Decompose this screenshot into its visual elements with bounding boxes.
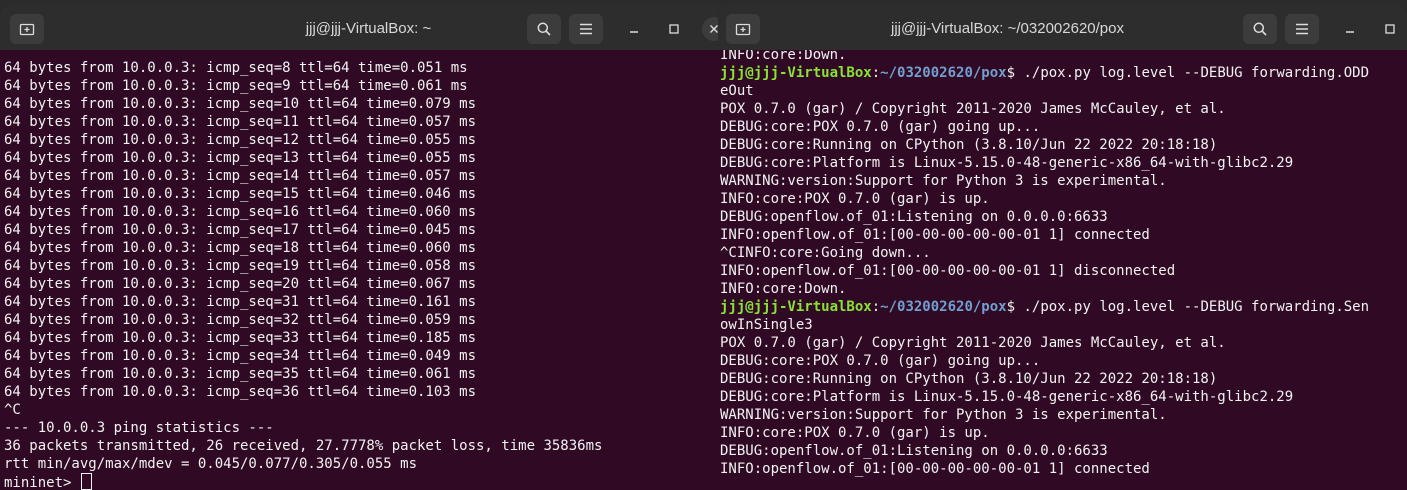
output-line: 64 bytes from 10.0.0.3: icmp_seq=20 ttl=… <box>4 276 477 292</box>
maximize-icon <box>669 24 679 34</box>
prompt-path: ~/032002620/pox <box>880 65 1007 81</box>
output-line: INFO:core:Down. <box>720 50 847 63</box>
output-line: INFO:openflow.of_01:[00-00-00-00-00-01 1… <box>720 461 1150 477</box>
new-tab-icon <box>735 21 751 37</box>
minimize-icon <box>629 24 639 34</box>
menu-button[interactable] <box>1285 14 1319 44</box>
output-line: 64 bytes from 10.0.0.3: icmp_seq=17 ttl=… <box>4 222 477 238</box>
minimize-button[interactable] <box>622 17 646 41</box>
new-tab-button[interactable] <box>726 14 760 44</box>
text-cursor <box>80 473 92 490</box>
prompt-dollar: $ <box>1006 299 1016 315</box>
output-line: 64 bytes from 10.0.0.3: icmp_seq=13 ttl=… <box>4 150 477 166</box>
output-line: 64 bytes from 10.0.0.3: icmp_seq=36 ttl=… <box>4 384 477 400</box>
command-line: jjj@jjj-VirtualBox:~/032002620/pox$ ./po… <box>720 64 1407 82</box>
output-line: 64 bytes from 10.0.0.3: icmp_seq=33 ttl=… <box>4 330 477 346</box>
output-line: DEBUG:openflow.of_01:Listening on 0.0.0.… <box>720 443 1108 459</box>
prompt-path: ~/032002620/pox <box>880 299 1007 315</box>
output-line: WARNING:version:Support for Python 3 is … <box>720 173 1167 189</box>
command-text: ./pox.py log.level --DEBUG forwarding.OD… <box>1015 65 1370 81</box>
output-line: 64 bytes from 10.0.0.3: icmp_seq=12 ttl=… <box>4 132 477 148</box>
output-line: DEBUG:openflow.of_01:Listening on 0.0.0.… <box>720 209 1108 225</box>
maximize-button[interactable] <box>1378 17 1402 41</box>
output-lines: INFO:core:Down. jjj@jjj-VirtualBox:~/032… <box>720 50 1407 478</box>
hamburger-menu-icon <box>579 23 593 35</box>
output-line: DEBUG:core:Platform is Linux-5.15.0-48-g… <box>720 389 1294 405</box>
hamburger-menu-icon <box>1295 23 1309 35</box>
output-line: 64 bytes from 10.0.0.3: icmp_seq=19 ttl=… <box>4 258 477 274</box>
output-line: 36 packets transmitted, 26 received, 27.… <box>4 438 603 454</box>
search-button[interactable] <box>1243 14 1277 44</box>
prompt-user-host: jjj@jjj-VirtualBox <box>720 65 872 81</box>
output-line: DEBUG:core:Running on CPython (3.8.10/Ju… <box>720 137 1218 153</box>
search-icon <box>1252 21 1268 37</box>
output-line: 64 bytes from 10.0.0.3: icmp_seq=8 ttl=6… <box>4 60 468 76</box>
output-line: WARNING:version:Support for Python 3 is … <box>720 407 1167 423</box>
output-line: POX 0.7.0 (gar) / Copyright 2011-2020 Ja… <box>720 101 1226 117</box>
search-icon <box>536 21 552 37</box>
prompt-line[interactable]: mininet> <box>4 473 92 490</box>
output-line: DEBUG:core:POX 0.7.0 (gar) going up... <box>720 119 1041 135</box>
maximize-icon <box>1385 24 1395 34</box>
output-line: 64 bytes from 10.0.0.3: icmp_seq=31 ttl=… <box>4 294 477 310</box>
output-line: DEBUG:core:POX 0.7.0 (gar) going up... <box>720 353 1041 369</box>
new-tab-icon <box>19 21 35 37</box>
output-line: ^CINFO:core:Going down... <box>720 245 931 261</box>
command-wrap: owInSingle3 <box>720 317 813 333</box>
titlebar-left[interactable]: jjj@jjj-VirtualBox: ~ <box>0 5 737 50</box>
output-line: INFO:core:POX 0.7.0 (gar) is up. <box>720 191 990 207</box>
output-line: rtt min/avg/max/mdev = 0.045/0.077/0.305… <box>4 456 418 472</box>
search-button[interactable] <box>527 14 561 44</box>
titlebar-right[interactable]: jjj@jjj-VirtualBox: ~/032002620/pox <box>718 5 1407 50</box>
command-wrap: eOut <box>720 83 754 99</box>
prompt-dollar: $ <box>1006 65 1016 81</box>
prompt-colon: : <box>871 299 881 315</box>
maximize-button[interactable] <box>662 17 686 41</box>
prompt-colon: : <box>871 65 881 81</box>
output-line: POX 0.7.0 (gar) / Copyright 2011-2020 Ja… <box>720 335 1226 351</box>
terminal-window-left[interactable]: jjj@jjj-VirtualBox: ~ 64 bytes from 10.0… <box>0 5 737 490</box>
menu-button[interactable] <box>569 14 603 44</box>
terminal-window-right[interactable]: jjj@jjj-VirtualBox: ~/032002620/pox INFO… <box>718 5 1407 490</box>
output-line: --- 10.0.0.3 ping statistics --- <box>4 420 274 436</box>
output-line: 64 bytes from 10.0.0.3: icmp_seq=11 ttl=… <box>4 114 477 130</box>
command-text: ./pox.py log.level --DEBUG forwarding.Se… <box>1015 299 1370 315</box>
output-line: 64 bytes from 10.0.0.3: icmp_seq=35 ttl=… <box>4 366 477 382</box>
output-line: 64 bytes from 10.0.0.3: icmp_seq=34 ttl=… <box>4 348 477 364</box>
output-line: ^C <box>4 402 21 418</box>
output-line: 64 bytes from 10.0.0.3: icmp_seq=32 ttl=… <box>4 312 477 328</box>
minimize-button[interactable] <box>1338 17 1362 41</box>
output-line: INFO:openflow.of_01:[00-00-00-00-00-01 1… <box>720 227 1150 243</box>
terminal-output-right[interactable]: INFO:core:Down. jjj@jjj-VirtualBox:~/032… <box>720 50 1407 490</box>
output-line: INFO:openflow.of_01:[00-00-00-00-00-01 1… <box>720 263 1176 279</box>
output-lines: 64 bytes from 10.0.0.3: icmp_seq=8 ttl=6… <box>4 59 737 473</box>
output-line: 64 bytes from 10.0.0.3: icmp_seq=16 ttl=… <box>4 204 477 220</box>
command-line: jjj@jjj-VirtualBox:~/032002620/pox$ ./po… <box>720 298 1407 316</box>
output-line: 64 bytes from 10.0.0.3: icmp_seq=14 ttl=… <box>4 168 477 184</box>
output-line: INFO:core:POX 0.7.0 (gar) is up. <box>720 425 990 441</box>
output-line: INFO:core:Down. <box>720 281 847 297</box>
terminal-output-left[interactable]: 64 bytes from 10.0.0.3: icmp_seq=8 ttl=6… <box>4 50 737 490</box>
minimize-icon <box>1345 24 1355 34</box>
output-line: 64 bytes from 10.0.0.3: icmp_seq=10 ttl=… <box>4 96 477 112</box>
output-line: 64 bytes from 10.0.0.3: icmp_seq=15 ttl=… <box>4 186 477 202</box>
output-line: 64 bytes from 10.0.0.3: icmp_seq=18 ttl=… <box>4 240 477 256</box>
output-line: DEBUG:core:Platform is Linux-5.15.0-48-g… <box>720 155 1294 171</box>
mininet-prompt: mininet> <box>4 475 80 490</box>
output-line: 64 bytes from 10.0.0.3: icmp_seq=9 ttl=6… <box>4 78 468 94</box>
new-tab-button[interactable] <box>10 14 44 44</box>
prompt-user-host: jjj@jjj-VirtualBox <box>720 299 872 315</box>
output-line: DEBUG:core:Running on CPython (3.8.10/Ju… <box>720 371 1218 387</box>
